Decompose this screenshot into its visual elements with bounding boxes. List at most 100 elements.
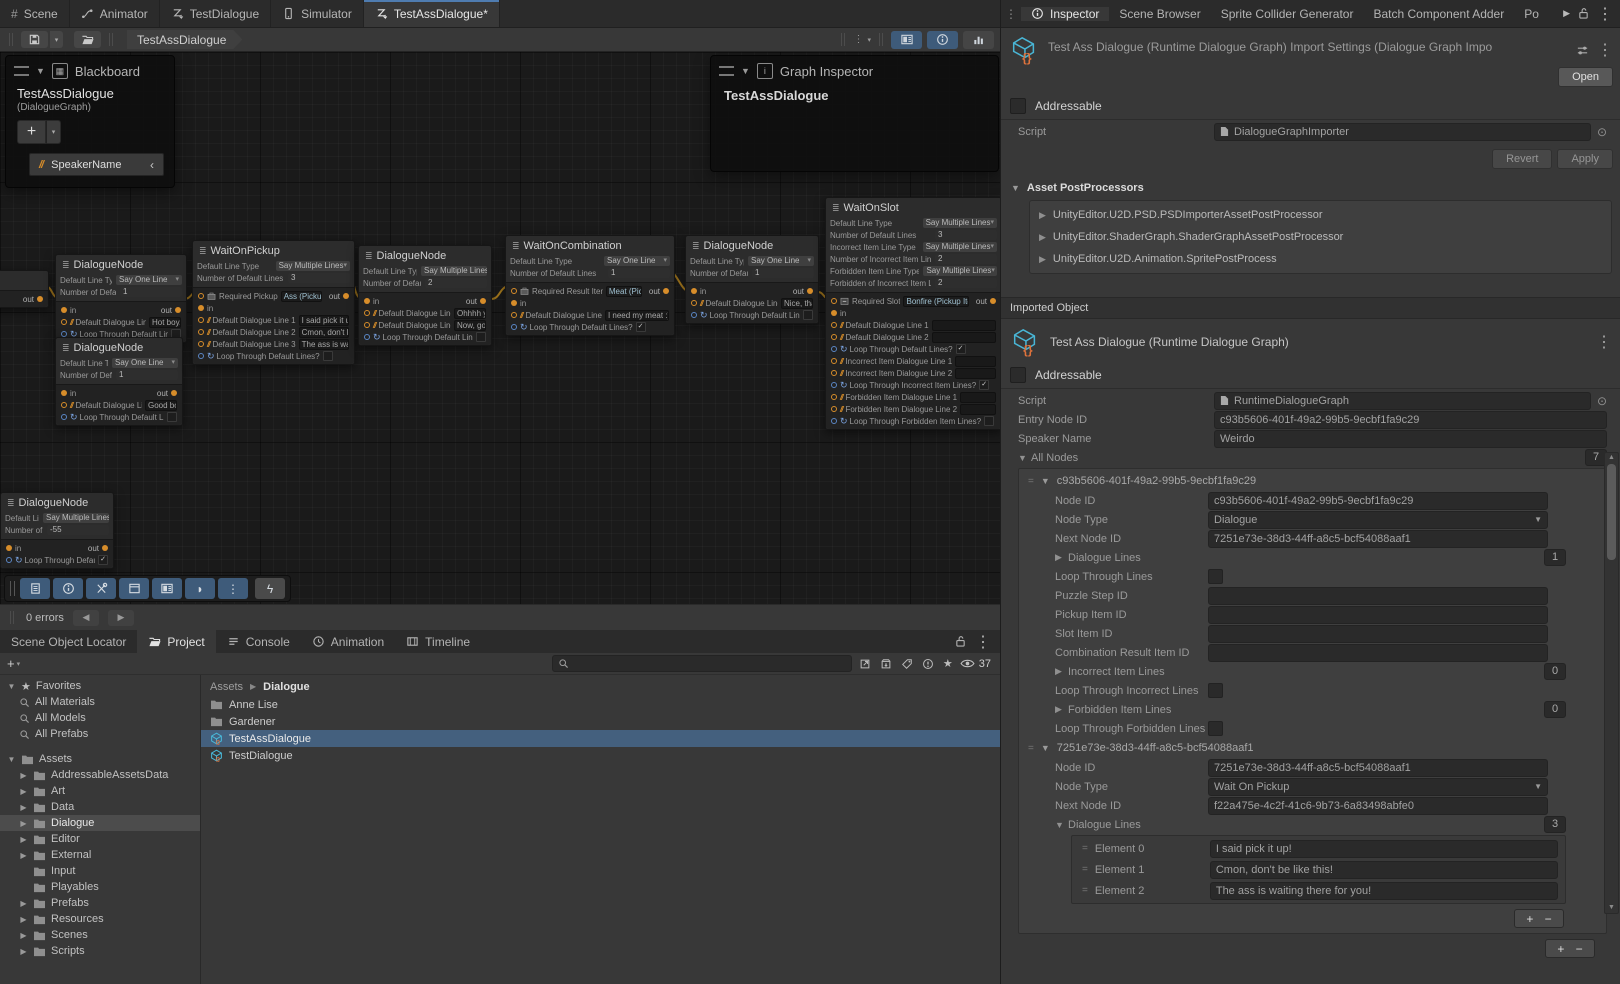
tree-folder-addressableassetsdata[interactable]: ▶AddressableAssetsData bbox=[0, 767, 200, 783]
tree-folder-playables[interactable]: Playables bbox=[0, 879, 200, 895]
config-value[interactable]: 3 bbox=[935, 230, 997, 240]
favorites-filter-icon[interactable]: ★ bbox=[943, 657, 953, 670]
blackboard-panel[interactable]: ▼ ▦ Blackboard TestAssDialogue (Dialogue… bbox=[5, 55, 175, 188]
port-row-in[interactable]: inout bbox=[359, 296, 491, 306]
tree-folder-data[interactable]: ▶Data bbox=[0, 799, 200, 815]
foldout-arrow-icon[interactable]: ▶ bbox=[1055, 666, 1068, 677]
property-field[interactable]: 7251e73e-38d3-44ff-a8c5-bcf54088aaf1 bbox=[1208, 759, 1548, 777]
graph-node-dialoguenode-1[interactable]: ≣DialogueNodeDefault Line TypeSay One Li… bbox=[55, 254, 187, 343]
config-dropdown[interactable]: Say Multiple Lines▾ bbox=[923, 266, 997, 276]
property-field[interactable] bbox=[1208, 606, 1548, 624]
tree-folder-input[interactable]: Input bbox=[0, 863, 200, 879]
port-checkbox[interactable] bbox=[167, 412, 177, 422]
port-icon[interactable] bbox=[364, 322, 370, 328]
config-value[interactable]: 1 bbox=[752, 268, 814, 278]
node-title[interactable]: ≣WaitOnSlot bbox=[826, 198, 1000, 217]
port-row-incorrect-item-dialogue-line-1[interactable]: //Incorrect Item Dialogue Line 1 bbox=[826, 356, 1000, 366]
port-checkbox[interactable] bbox=[323, 351, 333, 361]
foldout-arrow-icon[interactable]: ▶ bbox=[1039, 210, 1046, 221]
window-tab-scene[interactable]: #Scene bbox=[0, 0, 70, 27]
port-row-default-dialogue-line[interactable]: //Default Dialogue LineGood boy... W bbox=[56, 400, 182, 410]
config-dropdown[interactable]: Say Multiple Lines▾ bbox=[923, 242, 997, 252]
node-title[interactable]: ≣DialogueNode bbox=[686, 236, 818, 255]
port-icon[interactable] bbox=[831, 310, 837, 316]
tree-folder-prefabs[interactable]: ▶Prefabs bbox=[0, 895, 200, 911]
port-icon[interactable] bbox=[6, 557, 12, 563]
port-row-loop-through-default-lines[interactable]: ↻Loop Through Default Lines? bbox=[686, 310, 818, 320]
toggle-blackboard-button[interactable] bbox=[891, 31, 922, 49]
hidden-count[interactable]: 37 bbox=[960, 658, 991, 670]
port-text-field[interactable]: Cmon, don't be like this! bbox=[299, 327, 349, 338]
config-value[interactable]: 2 bbox=[935, 254, 997, 264]
config-value[interactable]: 1 bbox=[116, 370, 178, 380]
config-dropdown[interactable]: Say One Line▾ bbox=[112, 358, 178, 368]
port-icon[interactable] bbox=[364, 298, 370, 304]
project-tab-scene-object-locator[interactable]: Scene Object Locator bbox=[0, 630, 137, 653]
node-entry-c93b5606-401f-49a2-99b5-9ecbf1fa9c29[interactable]: =▼c93b5606-401f-49a2-99b5-9ecbf1fa9c29 bbox=[1019, 471, 1606, 491]
foldout-arrow-icon[interactable]: ▶ bbox=[19, 803, 28, 812]
object-menu-icon[interactable]: ⋮ bbox=[1596, 332, 1612, 352]
postprocessor-item[interactable]: ▶UnityEditor.U2D.PSD.PSDImporterAssetPos… bbox=[1030, 204, 1611, 226]
out-port-icon[interactable] bbox=[37, 296, 43, 302]
foldout-arrow-icon[interactable]: ▶ bbox=[1039, 232, 1046, 243]
out-port[interactable]: out bbox=[157, 306, 181, 315]
port-icon[interactable] bbox=[6, 545, 12, 551]
foldout-arrow-icon[interactable]: ▼ bbox=[7, 682, 16, 691]
object-field[interactable]: Meat (Pickup Item Data) bbox=[606, 286, 642, 297]
favorite-all-materials[interactable]: All Materials bbox=[0, 694, 200, 710]
port-icon[interactable] bbox=[364, 334, 370, 340]
inspector-scrollbar[interactable]: ▲ ▼ bbox=[1604, 452, 1619, 914]
window-tab-testassdialogue[interactable]: TestAssDialogue* bbox=[364, 0, 500, 27]
graph-node-waitonslot-7[interactable]: ≣WaitOnSlotDefault Line TypeSay Multiple… bbox=[825, 197, 1000, 430]
port-row-in[interactable]: in bbox=[826, 308, 1000, 318]
remove-element-button[interactable]: − bbox=[1576, 943, 1583, 955]
property-checkbox[interactable] bbox=[1208, 683, 1223, 698]
drag-handle-icon[interactable]: = bbox=[1028, 743, 1034, 754]
port-row-default-dialogue-line-1[interactable]: //Default Dialogue Line 1 bbox=[826, 320, 1000, 330]
save-dropdown-button[interactable]: ▾ bbox=[50, 31, 63, 48]
port-row-default-dialogue-line-2[interactable]: //Default Dialogue Line 2Now, go on, a bbox=[359, 320, 491, 330]
config-dropdown[interactable]: Say Multiple Lines▾ bbox=[276, 261, 350, 271]
port-icon[interactable] bbox=[364, 310, 370, 316]
property-field[interactable]: RuntimeDialogueGraph bbox=[1214, 392, 1591, 410]
array-size-field[interactable]: 3 bbox=[1544, 816, 1566, 833]
port-row-in[interactable]: inout bbox=[1, 543, 113, 553]
property-field[interactable] bbox=[1208, 587, 1548, 605]
drag-handle-icon[interactable]: = bbox=[1082, 885, 1088, 896]
drag-handle-icon[interactable]: = bbox=[1028, 476, 1034, 487]
lock-icon[interactable] bbox=[1578, 7, 1589, 20]
port-text-field[interactable] bbox=[932, 320, 996, 331]
port-text-field[interactable]: Hot boy... W bbox=[149, 317, 181, 328]
object-picker-icon[interactable]: ⊙ bbox=[1597, 125, 1607, 139]
port-row-in[interactable]: inout bbox=[56, 388, 182, 398]
port-text-field[interactable]: Nice, that's it bbox=[781, 298, 813, 309]
asset-gardener[interactable]: Gardener bbox=[201, 713, 1000, 730]
tree-folder-art[interactable]: ▶Art bbox=[0, 783, 200, 799]
out-port[interactable]: out bbox=[84, 544, 108, 553]
save-button[interactable] bbox=[21, 31, 48, 48]
chevron-left-icon[interactable]: ‹ bbox=[150, 158, 154, 172]
port-checkbox[interactable]: ✓ bbox=[98, 555, 108, 565]
prev-error-button[interactable]: ◀ bbox=[73, 610, 99, 626]
config-dropdown[interactable]: Say Multiple Lines▾ bbox=[43, 513, 109, 523]
port-icon[interactable] bbox=[511, 288, 517, 294]
config-dropdown[interactable]: Say Multiple Lines▾ bbox=[923, 218, 997, 228]
apply-button[interactable]: Apply bbox=[1557, 149, 1613, 169]
port-icon[interactable] bbox=[691, 312, 697, 318]
out-port-icon[interactable] bbox=[102, 545, 108, 551]
object-field[interactable]: Bonfire (Pickup Item Data) bbox=[903, 296, 968, 307]
asset-anne-lise[interactable]: Anne Lise bbox=[201, 696, 1000, 713]
port-row-loop-through-default-lines[interactable]: ↻Loop Through Default Lines? bbox=[193, 351, 354, 361]
config-value[interactable]: 2 bbox=[935, 278, 997, 288]
port-row-loop-through-default-lines[interactable]: ↻Loop Through Default Lines? bbox=[359, 332, 491, 342]
out-port-icon[interactable] bbox=[175, 307, 181, 313]
port-icon[interactable] bbox=[831, 322, 837, 328]
port-row-in[interactable]: in bbox=[193, 303, 354, 313]
port-icon[interactable] bbox=[198, 317, 204, 323]
create-asset-button[interactable]: +▾ bbox=[7, 656, 20, 671]
port-row-default-dialogue-line[interactable]: //Default Dialogue LineI need my meat :) bbox=[506, 310, 674, 320]
port-icon[interactable] bbox=[831, 334, 837, 340]
foldout-arrow-icon[interactable]: ▶ bbox=[1055, 704, 1068, 715]
out-port[interactable]: out bbox=[789, 287, 813, 296]
graph-node-startnode-0[interactable]: ≣StartNodeSpeakerNameout bbox=[0, 270, 49, 308]
